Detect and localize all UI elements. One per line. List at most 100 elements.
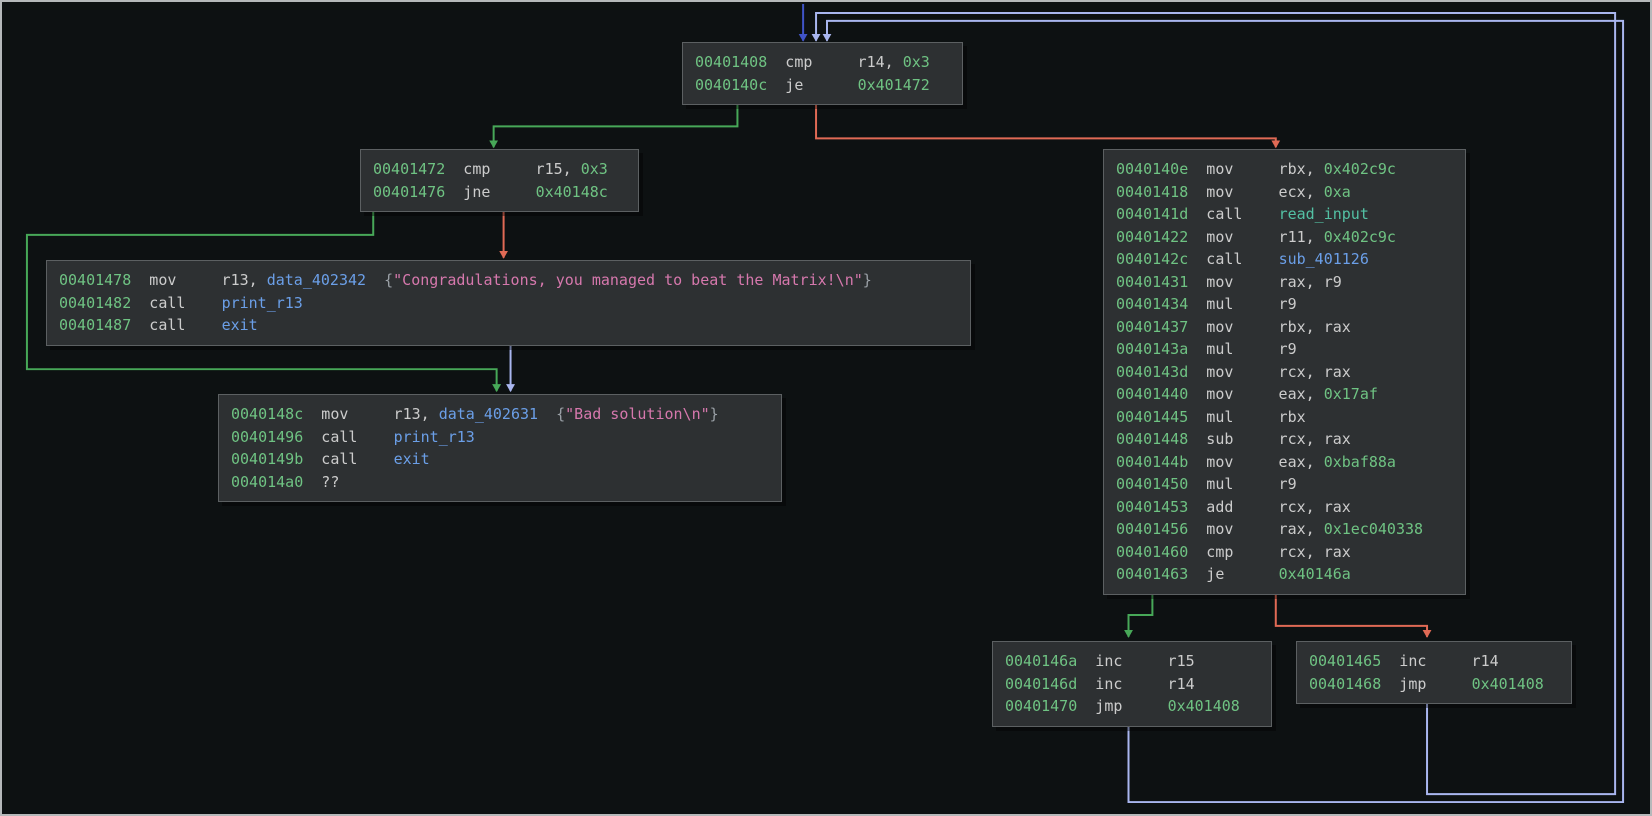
token-number: 0x401472 bbox=[858, 76, 930, 94]
token-text: mov rax, r9 bbox=[1188, 273, 1342, 291]
basic-block-40146a[interactable]: 0040146a inc r150040146d inc r1400401470… bbox=[992, 641, 1272, 727]
asm-line[interactable]: 00401465 inc r14 bbox=[1309, 650, 1559, 673]
basic-block-401408[interactable]: 00401408 cmp r14, 0x30040140c je 0x40147… bbox=[682, 42, 963, 105]
basic-block-401465[interactable]: 00401465 inc r1400401468 jmp 0x401408 bbox=[1296, 641, 1572, 704]
token-number: 0x3 bbox=[581, 160, 608, 178]
token-symbol: data_402342 bbox=[267, 271, 366, 289]
token-text: mul r9 bbox=[1188, 295, 1296, 313]
token-address: 0040149b bbox=[231, 450, 303, 468]
asm-line[interactable]: 0040140c je 0x401472 bbox=[695, 74, 950, 97]
asm-line[interactable]: 00401422 mov r11, 0x402c9c bbox=[1116, 226, 1453, 249]
token-number: 0x401408 bbox=[1472, 675, 1544, 693]
asm-line[interactable]: 00401460 cmp rcx, rax bbox=[1116, 541, 1453, 564]
asm-line[interactable]: 0040149b call exit bbox=[231, 448, 769, 471]
asm-line[interactable]: 00401470 jmp 0x401408 bbox=[1005, 695, 1259, 718]
token-address: 00401408 bbox=[695, 53, 767, 71]
asm-line[interactable]: 00401478 mov r13, data_402342 {"Congradu… bbox=[59, 269, 958, 292]
token-text: mov rcx, rax bbox=[1188, 363, 1351, 381]
disassembly-graph-view[interactable]: 00401408 cmp r14, 0x30040140c je 0x40147… bbox=[0, 0, 1652, 816]
token-text bbox=[538, 405, 556, 423]
asm-line[interactable]: 0040144b mov eax, 0xbaf88a bbox=[1116, 451, 1453, 474]
token-text: mov eax, bbox=[1188, 453, 1323, 471]
basic-block-401472[interactable]: 00401472 cmp r15, 0x300401476 jne 0x4014… bbox=[360, 149, 639, 212]
asm-line[interactable]: 00401434 mul r9 bbox=[1116, 293, 1453, 316]
asm-line[interactable]: 00401482 call print_r13 bbox=[59, 292, 958, 315]
token-text: inc r14 bbox=[1381, 652, 1498, 670]
token-address: 00401453 bbox=[1116, 498, 1188, 516]
token-address: 00401470 bbox=[1005, 697, 1077, 715]
asm-line[interactable]: 0040148c mov r13, data_402631 {"Bad solu… bbox=[231, 403, 769, 426]
token-address: 00401450 bbox=[1116, 475, 1188, 493]
token-address: 00401456 bbox=[1116, 520, 1188, 538]
token-symbol: sub_401126 bbox=[1279, 250, 1369, 268]
edge-40140e-to-40146a bbox=[1129, 592, 1153, 637]
token-text: inc r14 bbox=[1077, 675, 1194, 693]
asm-line[interactable]: 00401440 mov eax, 0x17af bbox=[1116, 383, 1453, 406]
asm-line[interactable]: 00401472 cmp r15, 0x3 bbox=[373, 158, 626, 181]
token-address: 00401478 bbox=[59, 271, 131, 289]
asm-line[interactable]: 0040146d inc r14 bbox=[1005, 673, 1259, 696]
token-text bbox=[366, 271, 384, 289]
asm-line[interactable]: 00401450 mul r9 bbox=[1116, 473, 1453, 496]
token-number: 0x40148c bbox=[536, 183, 608, 201]
token-number: 0x40146a bbox=[1279, 565, 1351, 583]
edge-40140e-to-401465 bbox=[1276, 592, 1427, 637]
asm-line[interactable]: 004014a0 ?? bbox=[231, 471, 769, 494]
asm-line[interactable]: 00401445 mul rbx bbox=[1116, 406, 1453, 429]
asm-line[interactable]: 00401468 jmp 0x401408 bbox=[1309, 673, 1559, 696]
token-number: 0x17af bbox=[1324, 385, 1378, 403]
token-address: 00401445 bbox=[1116, 408, 1188, 426]
token-import-symbol: read_input bbox=[1279, 205, 1369, 223]
token-string: "Congradulations, you managed to beat th… bbox=[393, 271, 863, 289]
token-address: 00401418 bbox=[1116, 183, 1188, 201]
token-text: mov rbx, bbox=[1188, 160, 1323, 178]
token-symbol: data_402631 bbox=[439, 405, 538, 423]
token-text: mov rbx, rax bbox=[1188, 318, 1351, 336]
asm-line[interactable]: 0040141d call read_input bbox=[1116, 203, 1453, 226]
token-text: cmp rcx, rax bbox=[1188, 543, 1351, 561]
token-text: mov r11, bbox=[1188, 228, 1323, 246]
token-address: 00401448 bbox=[1116, 430, 1188, 448]
basic-block-40140e[interactable]: 0040140e mov rbx, 0x402c9c00401418 mov e… bbox=[1103, 149, 1466, 595]
token-address: 00401434 bbox=[1116, 295, 1188, 313]
asm-line[interactable]: 0040143a mul r9 bbox=[1116, 338, 1453, 361]
token-address: 0040140c bbox=[695, 76, 767, 94]
asm-line[interactable]: 00401431 mov rax, r9 bbox=[1116, 271, 1453, 294]
asm-line[interactable]: 0040146a inc r15 bbox=[1005, 650, 1259, 673]
asm-line[interactable]: 00401408 cmp r14, 0x3 bbox=[695, 51, 950, 74]
token-string: "Bad solution\n" bbox=[565, 405, 710, 423]
token-comment: } bbox=[863, 271, 872, 289]
asm-line[interactable]: 00401476 jne 0x40148c bbox=[373, 181, 626, 204]
token-number: 0x1ec040338 bbox=[1324, 520, 1423, 538]
token-text: call bbox=[131, 294, 221, 312]
token-address: 00401496 bbox=[231, 428, 303, 446]
token-symbol: exit bbox=[394, 450, 430, 468]
token-address: 00401487 bbox=[59, 316, 131, 334]
token-text: call bbox=[131, 316, 221, 334]
token-text: jmp bbox=[1381, 675, 1471, 693]
asm-line[interactable]: 0040140e mov rbx, 0x402c9c bbox=[1116, 158, 1453, 181]
token-text: je bbox=[1188, 565, 1278, 583]
basic-block-401478[interactable]: 00401478 mov r13, data_402342 {"Congradu… bbox=[46, 260, 971, 346]
token-text: mov ecx, bbox=[1188, 183, 1323, 201]
asm-line[interactable]: 00401456 mov rax, 0x1ec040338 bbox=[1116, 518, 1453, 541]
asm-line[interactable]: 00401463 je 0x40146a bbox=[1116, 563, 1453, 586]
basic-block-40148c[interactable]: 0040148c mov r13, data_402631 {"Bad solu… bbox=[218, 394, 782, 502]
token-text: jne bbox=[445, 183, 535, 201]
token-address: 00401431 bbox=[1116, 273, 1188, 291]
token-text: ?? bbox=[303, 473, 339, 491]
asm-line[interactable]: 00401496 call print_r13 bbox=[231, 426, 769, 449]
token-number: 0xbaf88a bbox=[1324, 453, 1396, 471]
token-number: 0x402c9c bbox=[1324, 228, 1396, 246]
token-address: 00401422 bbox=[1116, 228, 1188, 246]
asm-line[interactable]: 00401437 mov rbx, rax bbox=[1116, 316, 1453, 339]
token-text: cmp r14, bbox=[767, 53, 902, 71]
asm-line[interactable]: 00401453 add rcx, rax bbox=[1116, 496, 1453, 519]
asm-line[interactable]: 00401448 sub rcx, rax bbox=[1116, 428, 1453, 451]
asm-line[interactable]: 00401487 call exit bbox=[59, 314, 958, 337]
token-comment: } bbox=[710, 405, 719, 423]
asm-line[interactable]: 0040142c call sub_401126 bbox=[1116, 248, 1453, 271]
asm-line[interactable]: 0040143d mov rcx, rax bbox=[1116, 361, 1453, 384]
token-address: 004014a0 bbox=[231, 473, 303, 491]
asm-line[interactable]: 00401418 mov ecx, 0xa bbox=[1116, 181, 1453, 204]
